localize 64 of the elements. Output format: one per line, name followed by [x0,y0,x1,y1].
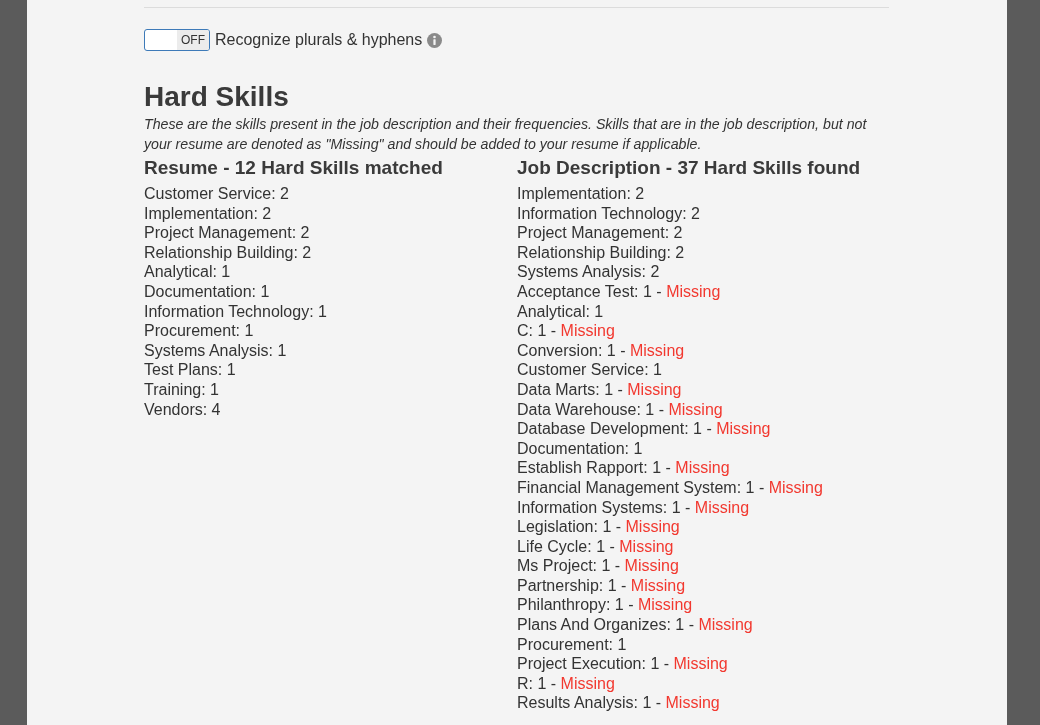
info-icon[interactable] [427,32,443,48]
missing-label: Missing [665,694,720,712]
skill-entry: Life Cycle: 1 - [517,537,615,555]
skill-entry: Results Analysis: 1 - [517,694,662,712]
missing-label: Missing [694,498,750,516]
skill-entry: Test Plans: 1 [144,361,236,379]
skill-entry: Information Technology: 1 [144,302,327,320]
missing-label: Missing [698,616,753,634]
skill-entry: Conversion: 1 - [517,341,626,359]
skill-entry: Project Management: 2 [144,224,310,242]
column-heading: Job Description - 37 Hard Skills found [517,156,862,180]
skill-entry: Database Development: 1 - [517,420,712,438]
missing-label: Missing [560,322,615,340]
skill-entry: Analytical: 1 [144,263,231,281]
missing-label: Missing [560,674,615,692]
missing-label: Missing [716,420,771,438]
skill-entry: Information Technology: 2 [517,204,700,222]
missing-label: Missing [630,576,686,594]
skill-entry: Implementation: 2 [144,204,272,222]
missing-label: Missing [629,341,685,359]
skill-entry: Systems Analysis: 1 [144,341,287,359]
skill-entry: Analytical: 1 [517,302,604,320]
missing-label: Missing [619,537,674,555]
skill-entry: R: 1 - [517,674,557,692]
missing-label: Missing [624,557,679,575]
skill-entry: Relationship Building: 2 [144,243,312,261]
missing-label: Missing [675,459,730,477]
skill-entry: Customer Service: 2 [144,185,289,202]
skill-entry: Establish Rapport: 1 - [517,459,671,477]
skill-entry: Documentation: 1 [144,282,270,300]
skill-entry: Customer Service: 1 [517,361,662,379]
skill-entry: Information Systems: 1 - [517,498,691,516]
skill-entry: Implementation: 2 [517,185,645,202]
missing-label: Missing [768,478,823,496]
skill-entry: Partnership: 1 - [517,576,627,594]
option-label: Recognize plurals & hyphens [215,30,423,50]
skill-entry: Data Marts: 1 - [517,380,623,398]
missing-label: Missing [666,282,721,300]
skill-entry: Procurement: 1 [144,322,254,340]
column-heading: Resume - 12 Hard Skills matched [144,156,444,180]
skill-entry: Project Execution: 1 - [517,655,670,673]
missing-label: Missing [625,518,680,536]
missing-label: Missing [627,380,682,398]
skill-entry: Project Management: 2 [517,224,683,242]
section-title: Hard Skills [144,80,290,114]
missing-label: Missing [637,596,693,614]
skill-entry: C: 1 - [517,322,557,340]
skill-entry: Plans And Organizes: 1 - [517,616,694,634]
missing-label: Missing [673,655,728,673]
skill-entry: Financial Management System: 1 - [517,478,765,496]
skill-entry: Acceptance Test: 1 - [517,282,662,300]
skill-entry: Training: 1 [144,380,219,398]
skill-entry: Data Warehouse: 1 - [517,400,665,418]
skill-entry: Relationship Building: 2 [517,243,685,261]
skill-entry: Procurement: 1 [517,635,627,653]
skill-entry: Ms Project: 1 - [517,557,621,575]
skill-entry: Documentation: 1 [517,439,643,457]
skill-entry: Philanthropy: 1 - [517,596,634,614]
missing-label: Missing [668,400,723,418]
toggle-switch[interactable]: OFF [144,29,210,51]
skill-entry: Systems Analysis: 2 [517,263,660,281]
description-text: These are the skills present in the job description and their frequencies. Skills that are in the job description, but not your resume are denoted as "Missing" and should be added to your resume if applicable. [144,115,868,154]
skill-entry: Vendors: 4 [144,400,221,418]
skill-entry: Legislation: 1 - [517,518,622,536]
